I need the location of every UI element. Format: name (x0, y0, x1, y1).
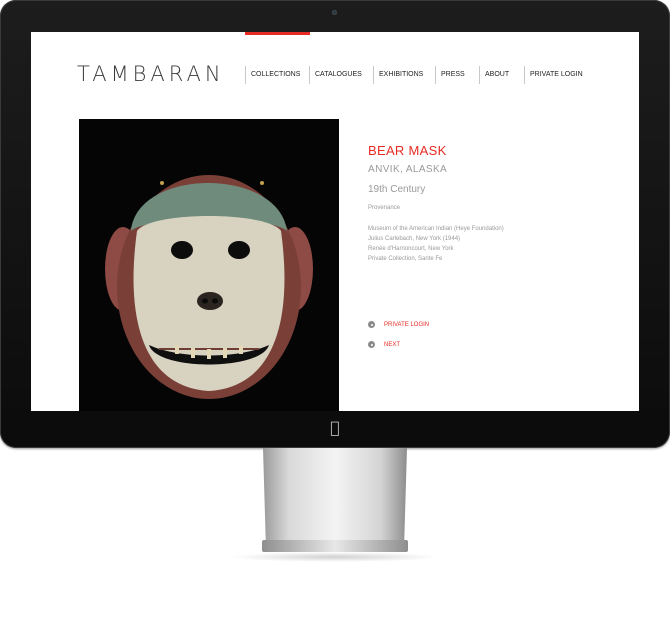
artwork-title: BEAR MASK (368, 143, 447, 158)
artwork-image (79, 119, 339, 411)
provenance-item: Renée d'Harnoncourt, New York (368, 246, 454, 252)
monitor-base (262, 540, 408, 552)
artwork-origin: ANVIK, ALASKA (368, 164, 448, 175)
main-nav: COLLECTIONS CATALOGUES EXHIBITIONS PRESS… (245, 66, 590, 84)
artwork-century: 19th Century (368, 184, 426, 195)
bear-mask-illustration (79, 119, 339, 411)
nav-press[interactable]: PRESS (435, 66, 479, 84)
bullet-icon (368, 341, 375, 348)
apple-logo-icon:  (330, 420, 340, 436)
nav-collections[interactable]: COLLECTIONS (245, 66, 309, 84)
monitor-bezel: TAMBARAN COLLECTIONS CATALOGUES EXHIBITI… (0, 0, 670, 448)
next-link[interactable]: NEXT (368, 341, 400, 348)
bullet-icon (368, 321, 375, 328)
provenance-item: Museum of the American Indian (Heye Foun… (368, 226, 504, 232)
nav-private-login[interactable]: PRIVATE LOGIN (524, 66, 590, 84)
nav-exhibitions[interactable]: EXHIBITIONS (373, 66, 435, 84)
next-label: NEXT (384, 341, 401, 348)
nav-about[interactable]: ABOUT (479, 66, 524, 84)
site-logo[interactable]: TAMBARAN (77, 62, 225, 86)
nav-active-indicator (245, 32, 310, 35)
nav-catalogues[interactable]: CATALOGUES (309, 66, 373, 84)
private-login-label: PRIVATE LOGIN (384, 321, 430, 328)
camera-icon (332, 10, 337, 15)
monitor-stand (263, 448, 407, 545)
provenance-heading: Provenance (368, 205, 401, 211)
private-login-link[interactable]: PRIVATE LOGIN (368, 321, 429, 328)
provenance-item: Private Collection, Sante Fe (368, 256, 443, 262)
artwork-details: BEAR MASK ANVIK, ALASKA 19th Century Pro… (368, 143, 618, 348)
screen: TAMBARAN COLLECTIONS CATALOGUES EXHIBITI… (31, 32, 639, 411)
provenance-item: Julius Carlebach, New York (1944) (368, 236, 461, 242)
monitor-mockup: TAMBARAN COLLECTIONS CATALOGUES EXHIBITI… (0, 0, 670, 619)
stand-shadow (230, 552, 440, 562)
provenance-list: Museum of the American Indian (Heye Foun… (368, 224, 618, 264)
